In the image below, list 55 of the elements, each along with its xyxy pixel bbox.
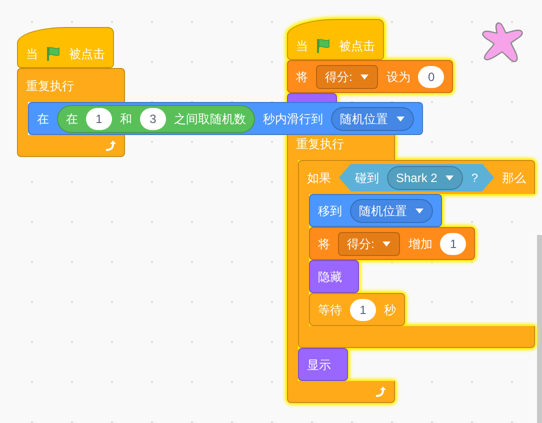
block-label: 之间取随机数	[174, 110, 246, 128]
number-input[interactable]: 1	[86, 108, 112, 130]
number-input[interactable]: 1	[440, 232, 466, 254]
loop-arrow-icon	[104, 140, 116, 152]
code-block[interactable]: 将 得分: 设为 0	[287, 60, 454, 93]
block-label: 将	[318, 236, 330, 252]
dropdown[interactable]: 随机位置	[350, 198, 433, 222]
number-input[interactable]: 0	[418, 66, 444, 88]
caret-icon	[415, 208, 424, 214]
block-label: 增加	[408, 236, 432, 252]
code-block[interactable]: 显示	[298, 348, 348, 381]
number-input[interactable]: 3	[140, 108, 166, 130]
block-label: ?	[471, 170, 478, 186]
caret-icon	[382, 240, 392, 246]
loop-block[interactable]: 重复执行	[17, 68, 125, 102]
code-block[interactable]: 将 得分: 增加 1	[309, 227, 476, 260]
code-block[interactable]: 等待 1 秒	[309, 293, 405, 326]
block-label: 移到	[318, 202, 342, 220]
dropdown[interactable]: 得分:	[338, 232, 400, 256]
flag-icon	[316, 38, 331, 54]
block-label: 如果	[307, 170, 331, 186]
code-block[interactable]: 移到 随机位置	[309, 194, 442, 227]
block-label: 那么	[502, 170, 526, 186]
number-input[interactable]: 1	[350, 298, 376, 320]
block-label: 设为	[386, 68, 410, 86]
block-label: 当	[26, 46, 38, 63]
caret-icon	[360, 74, 370, 80]
block-label: 显示	[307, 356, 331, 374]
if-block[interactable]: 如果 碰到 Shark 2 ? 那么	[298, 160, 536, 194]
reporter-block[interactable]: 在 1 和 3 之间取随机数	[57, 104, 255, 132]
caret-icon	[445, 174, 454, 180]
block-label: 碰到	[355, 170, 379, 186]
flag-icon	[46, 46, 61, 62]
block-label: 重复执行	[296, 136, 344, 152]
code-block[interactable]: 在 在 1 和 3 之间取随机数 秒内滑行到 随机位置	[28, 102, 423, 135]
block-label: 当	[296, 38, 308, 55]
block-label: 秒内滑行到	[263, 110, 323, 128]
code-block[interactable]: 隐藏	[309, 260, 359, 293]
block-label: 等待	[318, 302, 342, 318]
boolean-block[interactable]: 碰到 Shark 2 ?	[339, 164, 494, 192]
block-label: 重复执行	[26, 78, 74, 94]
block-label: 在	[37, 110, 49, 128]
block-label: 隐藏	[318, 268, 342, 286]
block-label: 被点击	[69, 46, 105, 63]
dropdown[interactable]: 随机位置	[331, 106, 414, 130]
block-label: 秒	[384, 302, 396, 318]
scrollbar[interactable]	[537, 235, 542, 423]
caret-icon	[396, 116, 405, 122]
block-label: 在	[66, 110, 78, 128]
block-label: 和	[120, 110, 132, 128]
dropdown[interactable]: 得分:	[316, 64, 378, 88]
loop-arrow-icon	[374, 386, 386, 398]
dropdown[interactable]: Shark 2	[387, 166, 464, 190]
block-label: 将	[296, 68, 308, 86]
block-label: 被点击	[339, 38, 375, 55]
